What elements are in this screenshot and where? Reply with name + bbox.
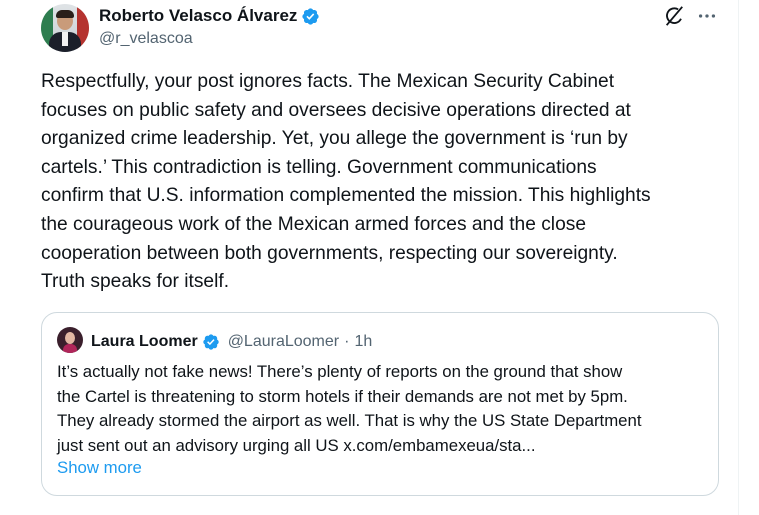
- quoted-author-header: Laura Loomer @LauraLoomer · 1h: [91, 332, 372, 352]
- quoted-meta: @LauraLoomer · 1h: [228, 332, 373, 352]
- column-divider: [738, 0, 739, 515]
- show-more-link[interactable]: Show more: [57, 457, 142, 479]
- quoted-post-text: It’s actually not fake news! There’s ple…: [57, 362, 642, 455]
- author-name-text[interactable]: Roberto Velasco Álvarez: [99, 5, 297, 27]
- verified-badge-icon: [203, 334, 219, 350]
- author-avatar[interactable]: [41, 4, 89, 52]
- tweet: Roberto Velasco Álvarez @r_velascoa Resp…: [0, 0, 759, 515]
- author-handle[interactable]: @r_velascoa: [99, 29, 193, 49]
- quoted-author-avatar[interactable]: [57, 327, 83, 353]
- meta-separator: ·: [344, 333, 350, 350]
- quoted-post-time[interactable]: 1h: [354, 332, 372, 352]
- quoted-author-name[interactable]: Laura Loomer: [91, 332, 198, 352]
- post-text: Respectfully, your post ignores facts. T…: [41, 71, 651, 293]
- quoted-post[interactable]: Laura Loomer @LauraLoomer · 1h It’s actu…: [41, 312, 719, 496]
- more-icon[interactable]: [696, 7, 718, 25]
- quoted-author-handle[interactable]: @LauraLoomer: [228, 332, 339, 352]
- grok-icon[interactable]: [663, 5, 685, 27]
- author-display-name[interactable]: Roberto Velasco Álvarez: [99, 5, 320, 27]
- verified-badge-icon: [302, 7, 320, 25]
